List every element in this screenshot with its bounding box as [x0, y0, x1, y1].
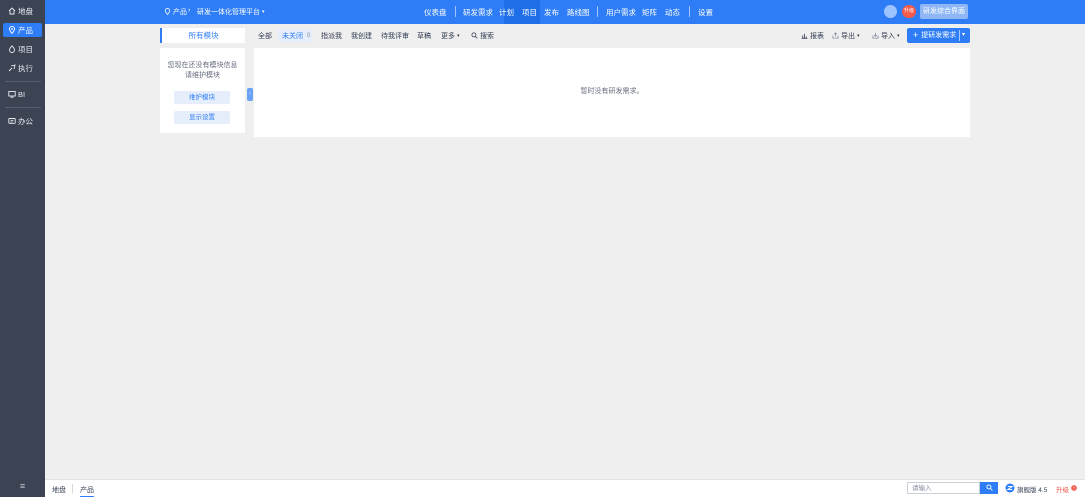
sidebar-item-label: BI: [18, 89, 26, 99]
create-rd-requirement-button[interactable]: + 提研发需求 ▾: [907, 28, 970, 43]
report-button[interactable]: 报表: [801, 31, 824, 41]
tab-more[interactable]: 更多 ▾: [441, 31, 460, 41]
bi-icon: [7, 90, 16, 99]
nav-divider: [597, 6, 598, 17]
export-icon: [832, 31, 839, 41]
breadcrumb-product-label: 产品: [173, 9, 187, 16]
sidebar: 地盘 产品 项目 执行 BI 办公 ≡: [0, 0, 45, 497]
sidebar-item-product[interactable]: 产品: [3, 23, 42, 37]
chevron-right-icon: ›: [188, 7, 191, 14]
import-icon: [872, 32, 879, 41]
upgrade-link-label: 升级: [1056, 487, 1069, 494]
zentao-logo-icon: [1005, 483, 1015, 495]
alert-icon: [1071, 485, 1077, 493]
sidebar-item-label: 办公: [18, 116, 33, 126]
search-input[interactable]: [907, 482, 980, 494]
tab-all[interactable]: 全部: [258, 31, 272, 41]
sidebar-item-execution[interactable]: 执行: [3, 61, 42, 75]
nav-release[interactable]: 发布: [544, 7, 559, 18]
empty-state-message: 暂时没有研发需求。: [580, 88, 644, 95]
footer-crumb-home[interactable]: 地盘: [52, 485, 66, 495]
location-pin-icon: [164, 7, 171, 17]
sidebar-item-label: 产品: [18, 25, 33, 35]
tab-more-label: 更多: [441, 33, 455, 40]
tab-draft[interactable]: 草稿: [417, 31, 431, 41]
chevron-down-icon: ▾: [857, 33, 860, 39]
location-pin-icon: [7, 26, 16, 35]
requirements-list: 暂时没有研发需求。: [254, 48, 970, 137]
sidebar-item-project[interactable]: 项目: [3, 42, 42, 56]
nav-user-requirements[interactable]: 用户需求: [606, 7, 636, 18]
maintain-modules-button[interactable]: 维护模块: [174, 91, 230, 104]
sidebar-item-label: 执行: [18, 63, 33, 73]
search-toggle[interactable]: 搜索: [471, 31, 494, 41]
version-label: 旗舰版 4.5: [1017, 487, 1048, 494]
run-icon: [7, 64, 16, 73]
search-button[interactable]: [980, 482, 998, 494]
tab-count-badge: 0: [307, 32, 311, 39]
sidebar-divider: [5, 81, 41, 82]
plus-icon: +: [913, 30, 919, 40]
sidebar-item-label: 项目: [18, 44, 33, 54]
tab-created-by-me[interactable]: 我创建: [351, 31, 372, 41]
display-settings-button[interactable]: 显示设置: [174, 111, 230, 124]
search-icon: [985, 483, 993, 493]
chevron-down-icon: ▾: [457, 33, 460, 39]
nav-divider: [455, 6, 456, 17]
sidebar-item-dashboard[interactable]: 地盘: [3, 4, 42, 18]
module-panel: 您现在还没有模块信息 请维护模块 维护模块 显示设置: [160, 48, 245, 133]
tab-assigned-to-me[interactable]: 指派我: [321, 31, 342, 41]
menu-icon[interactable]: ≡: [17, 482, 28, 491]
upgrade-link[interactable]: 升级: [1056, 484, 1077, 494]
nav-rd-requirements[interactable]: 研发需求: [463, 7, 493, 18]
nav-project[interactable]: 项目: [522, 7, 537, 18]
nav-dashboard[interactable]: 仪表盘: [424, 7, 447, 18]
sidebar-item-label: 地盘: [18, 6, 33, 16]
nav-divider: [689, 6, 690, 17]
create-button-label: 提研发需求: [921, 32, 957, 39]
footer-crumb-product[interactable]: 产品: [80, 485, 94, 497]
bar-chart-icon: [801, 32, 808, 41]
chevron-down-icon: ▾: [897, 33, 900, 39]
footer-divider: [72, 484, 73, 493]
sidebar-item-office[interactable]: 办公: [3, 114, 42, 128]
chevron-down-icon: ▾: [262, 9, 265, 15]
breadcrumb-product[interactable]: 产品: [164, 7, 187, 17]
collapse-panel-icon[interactable]: ‹: [247, 88, 253, 101]
sidebar-item-bi[interactable]: BI: [3, 87, 42, 101]
search-icon: [471, 31, 478, 41]
home-icon: [7, 7, 16, 16]
avatar[interactable]: [884, 5, 897, 18]
upgrade-badge[interactable]: 升级: [902, 5, 916, 18]
import-button-label: 导入: [881, 33, 895, 40]
export-button[interactable]: 导出 ▾: [832, 31, 860, 41]
chevron-down-icon[interactable]: ▾: [962, 28, 965, 43]
tab-unclosed-label: 未关闭: [282, 32, 303, 40]
tab-pending-review[interactable]: 待我评审: [381, 31, 409, 41]
tab-unclosed[interactable]: 未关闭 0: [278, 29, 312, 42]
search-toggle-label: 搜索: [480, 33, 494, 40]
export-button-label: 导出: [841, 33, 855, 40]
module-empty-line: 您现在还没有模块信息: [167, 62, 238, 69]
sidebar-divider: [5, 107, 41, 108]
nav-settings[interactable]: 设置: [698, 7, 713, 18]
nav-plan[interactable]: 计划: [499, 7, 514, 18]
office-icon: [7, 117, 16, 126]
product-switcher[interactable]: 研发一体化管理平台 ▾: [197, 7, 265, 17]
report-button-label: 报表: [810, 33, 824, 40]
project-icon: [7, 45, 16, 54]
nav-matrix[interactable]: 矩阵: [642, 7, 657, 18]
version-info[interactable]: 旗舰版 4.5: [1005, 483, 1047, 495]
module-empty-line: 请维护模块: [185, 72, 220, 79]
all-modules-tab[interactable]: 所有模块: [160, 28, 245, 43]
import-button[interactable]: 导入 ▾: [872, 31, 900, 41]
nav-dynamics[interactable]: 动态: [665, 7, 680, 18]
module-empty-text: 您现在还没有模块信息 请维护模块: [160, 61, 245, 81]
product-switcher-label: 研发一体化管理平台: [197, 9, 260, 16]
switch-view-button[interactable]: 研发综合界面: [920, 4, 968, 19]
nav-roadmap[interactable]: 路线图: [567, 7, 590, 18]
button-divider: [959, 30, 960, 41]
